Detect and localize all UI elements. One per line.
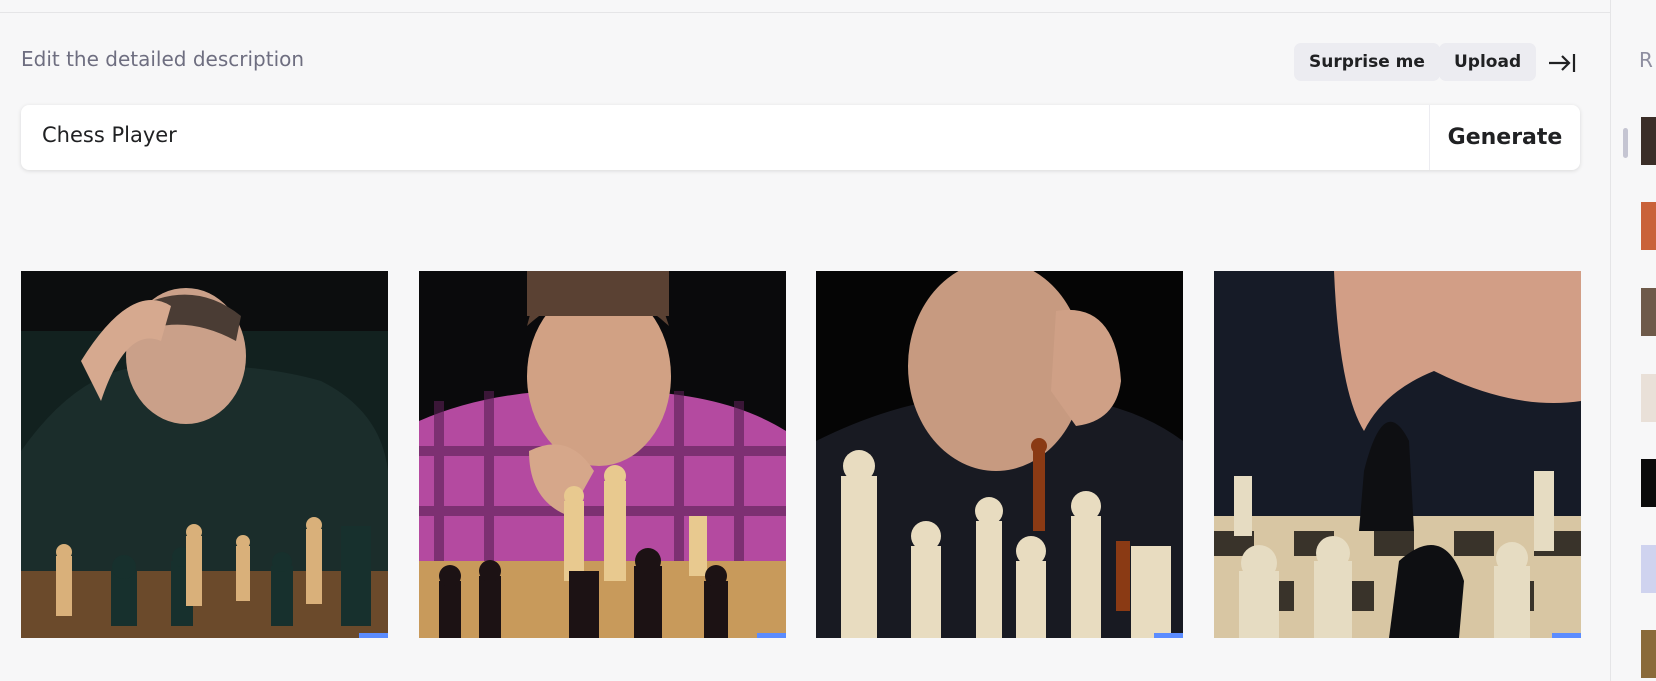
- history-thumb-3[interactable]: [1641, 288, 1656, 336]
- generated-image-2[interactable]: [419, 271, 786, 638]
- history-thumb-7[interactable]: [1641, 630, 1656, 678]
- prompt-input[interactable]: Chess Player: [42, 123, 177, 147]
- generated-image-1[interactable]: [21, 271, 388, 638]
- history-thumb-1[interactable]: [1641, 117, 1656, 165]
- generated-image-4[interactable]: [1214, 271, 1581, 638]
- history-thumb-5[interactable]: [1641, 459, 1656, 507]
- sidebar-heading: R: [1639, 48, 1653, 72]
- prompt-box: Chess Player Generate: [21, 105, 1580, 170]
- history-thumb-4[interactable]: [1641, 374, 1656, 422]
- generated-image-3[interactable]: [816, 271, 1183, 638]
- upload-button[interactable]: Upload: [1439, 43, 1537, 81]
- collapse-sidebar-icon[interactable]: [1547, 50, 1577, 76]
- generate-button[interactable]: Generate: [1430, 105, 1580, 170]
- history-thumb-6[interactable]: [1641, 545, 1656, 593]
- main-panel: Edit the detailed description Surprise m…: [0, 0, 1610, 681]
- description-label: Edit the detailed description: [21, 47, 305, 71]
- history-sidebar: R: [1610, 0, 1656, 681]
- sidebar-scrollbar[interactable]: [1623, 128, 1628, 158]
- history-thumb-2[interactable]: [1641, 202, 1656, 250]
- surprise-me-button[interactable]: Surprise me: [1294, 43, 1440, 81]
